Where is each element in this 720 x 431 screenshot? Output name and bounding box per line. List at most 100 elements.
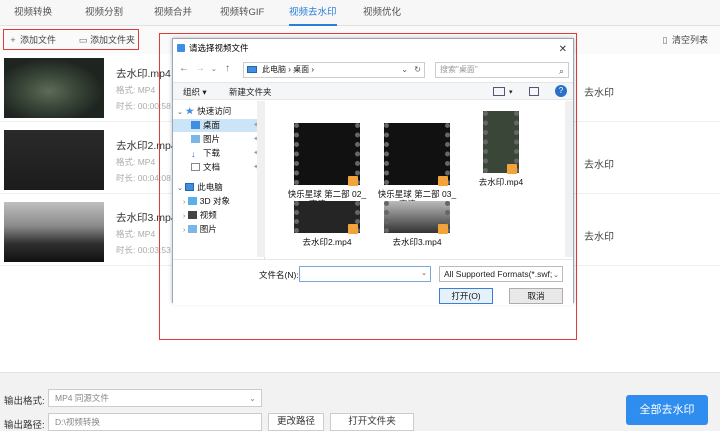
tab-video-merge[interactable]: 视频合并 xyxy=(154,4,192,22)
nav-item-videos[interactable]: › 视频 xyxy=(173,209,263,222)
view-options-icon[interactable] xyxy=(493,87,505,96)
nav-item-this-pc[interactable]: ⌄ 此电脑 xyxy=(173,181,263,194)
filename-label: 文件名(N): xyxy=(259,270,299,280)
file-format: 格式: MP4 xyxy=(116,85,156,95)
picture-icon xyxy=(191,135,200,143)
search-placeholder: 搜索"桌面" xyxy=(440,65,478,74)
file-item[interactable]: 去水印.mp4 xyxy=(461,111,541,187)
navigation-pane: ⌄ 快速访问 桌面 ✦ 图片 ✦ ↓下载 ✦ 文档 ✦ ⌄ 此电脑 › 3D 对… xyxy=(173,101,265,259)
file-format: 格式: MP4 xyxy=(116,157,156,167)
chevron-right-icon: › xyxy=(183,227,186,234)
chevron-right-icon: › xyxy=(183,213,186,220)
video-thumbnail xyxy=(4,202,104,262)
file-item-name: 去水印3.mp4 xyxy=(392,237,442,247)
document-icon xyxy=(191,163,200,171)
file-item-name: 去水印2.mp4 xyxy=(302,237,352,247)
nav-label: 快速访问 xyxy=(197,106,232,116)
nav-item-desktop[interactable]: 桌面 ✦ xyxy=(173,119,263,132)
trash-icon: ▯ xyxy=(662,35,668,45)
tab-video-optimize[interactable]: 视频优化 xyxy=(363,4,401,22)
output-format-label: 输出格式: xyxy=(4,396,45,407)
up-arrow-icon[interactable]: ↑ xyxy=(225,63,230,74)
cancel-button[interactable]: 取消 xyxy=(509,288,563,304)
file-open-dialog: 请选择视频文件 ✕ ← → ⌄ ↑ 此电脑 › 桌面 › ⌄ ↻ 搜索"桌面" … xyxy=(172,38,574,305)
add-file-button[interactable]: + 添加文件 xyxy=(8,32,56,48)
remove-watermark-label[interactable]: 去水印 xyxy=(584,228,614,243)
chevron-down-icon[interactable]: ⌄ xyxy=(211,65,217,73)
nav-label: 文档 xyxy=(203,162,221,172)
open-folder-button[interactable]: 打开文件夹 xyxy=(330,413,414,431)
nav-scrollbar[interactable] xyxy=(257,101,265,257)
change-path-button[interactable]: 更改路径 xyxy=(268,413,324,431)
nav-item-pictures[interactable]: 图片 ✦ xyxy=(173,133,263,146)
dialog-command-bar: 组织 ▾ 新建文件夹 ▾ ? xyxy=(173,82,573,100)
clear-list-button[interactable]: ▯ 清空列表 xyxy=(660,32,709,48)
help-icon[interactable]: ? xyxy=(555,85,567,97)
computer-icon xyxy=(185,183,195,191)
chevron-down-icon[interactable]: ▾ xyxy=(509,88,513,96)
play-icon xyxy=(438,224,448,234)
preview-pane-icon[interactable] xyxy=(529,87,539,96)
file-item[interactable]: 快乐星球 第二部 03_高清.mp4 xyxy=(377,123,457,209)
chevron-down-icon: ⌄ xyxy=(401,65,408,74)
download-icon: ↓ xyxy=(191,149,196,159)
file-format: 格式: MP4 xyxy=(116,229,156,239)
play-icon xyxy=(348,176,358,186)
tab-video-watermark-remove[interactable]: 视频去水印 xyxy=(289,4,337,26)
nav-label: 桌面 xyxy=(203,120,221,130)
open-button[interactable]: 打开(O) xyxy=(439,288,493,304)
nav-item-quick-access[interactable]: ⌄ 快速访问 xyxy=(173,105,263,118)
computer-icon xyxy=(247,66,257,73)
file-type-filter[interactable]: All Supported Formats(*.swf; ⌄ xyxy=(439,266,563,282)
close-icon[interactable]: ✕ xyxy=(559,41,567,59)
remove-watermark-label[interactable]: 去水印 xyxy=(584,156,614,171)
video-file-icon xyxy=(483,111,519,174)
back-arrow-icon[interactable]: ← xyxy=(179,63,189,74)
bottom-panel: 输出格式: MP4 同源文件 ⌄ 输出路径: D:\视频转换 更改路径 打开文件… xyxy=(0,372,720,431)
video-thumbnail xyxy=(4,130,104,190)
organize-menu[interactable]: 组织 ▾ xyxy=(183,86,207,98)
filename-area: 文件名(N): ⌄ All Supported Formats(*.swf; ⌄… xyxy=(173,259,573,305)
content-scrollbar[interactable] xyxy=(565,101,573,257)
file-type-value: All Supported Formats(*.swf; xyxy=(444,269,553,279)
refresh-icon[interactable]: ↻ xyxy=(414,63,421,77)
folder-icon: ▭ xyxy=(78,35,88,45)
nav-item-pictures-pc[interactable]: › 图片 xyxy=(173,223,263,236)
tab-video-convert[interactable]: 视频转换 xyxy=(14,4,52,22)
video-file-icon xyxy=(384,123,450,186)
file-item-name: 去水印.mp4 xyxy=(478,177,524,187)
remove-watermark-label[interactable]: 去水印 xyxy=(584,84,614,99)
chevron-down-icon: ⌄ xyxy=(248,393,256,403)
dialog-nav-bar: ← → ⌄ ↑ 此电脑 › 桌面 › ⌄ ↻ 搜索"桌面" ⌕ xyxy=(173,59,573,81)
tab-video-split[interactable]: 视频分割 xyxy=(85,4,123,22)
app-icon xyxy=(177,44,185,52)
nav-item-downloads[interactable]: ↓下载 ✦ xyxy=(173,147,263,160)
add-folder-label: 添加文件夹 xyxy=(90,35,136,45)
new-folder-button[interactable]: 新建文件夹 xyxy=(229,86,272,98)
play-icon xyxy=(348,224,358,234)
chevron-down-icon: ⌄ xyxy=(553,269,559,281)
forward-arrow-icon[interactable]: → xyxy=(195,63,205,74)
nav-label: 视频 xyxy=(199,210,217,220)
remove-all-watermarks-button[interactable]: 全部去水印 xyxy=(626,395,708,425)
desktop-icon xyxy=(191,121,200,129)
search-input[interactable]: 搜索"桌面" ⌕ xyxy=(435,62,569,78)
plus-icon: + xyxy=(10,35,16,45)
nav-item-documents[interactable]: 文档 ✦ xyxy=(173,161,263,174)
nav-item-3d-objects[interactable]: › 3D 对象 xyxy=(173,195,263,208)
video-file-icon xyxy=(384,201,450,234)
tab-video-to-gif[interactable]: 视频转GIF xyxy=(220,4,264,22)
nav-label: 此电脑 xyxy=(197,182,223,192)
output-path-field[interactable]: D:\视频转换 xyxy=(48,413,262,431)
add-folder-button[interactable]: ▭ 添加文件夹 xyxy=(78,32,135,48)
file-item[interactable]: 快乐星球 第二部 02_高清.mp4 xyxy=(287,123,367,209)
file-item[interactable]: 去水印2.mp4 xyxy=(287,201,367,247)
output-format-select[interactable]: MP4 同源文件 ⌄ xyxy=(48,389,262,407)
file-item[interactable]: 去水印3.mp4 xyxy=(377,201,457,247)
chevron-down-icon: ⌄ xyxy=(177,109,183,116)
address-bar[interactable]: 此电脑 › 桌面 › ⌄ ↻ xyxy=(243,62,425,78)
breadcrumb: 此电脑 › 桌面 › xyxy=(262,65,314,74)
output-path-label: 输出路径: xyxy=(4,420,45,431)
filename-input[interactable]: ⌄ xyxy=(299,266,431,282)
chevron-right-icon: › xyxy=(183,199,186,206)
